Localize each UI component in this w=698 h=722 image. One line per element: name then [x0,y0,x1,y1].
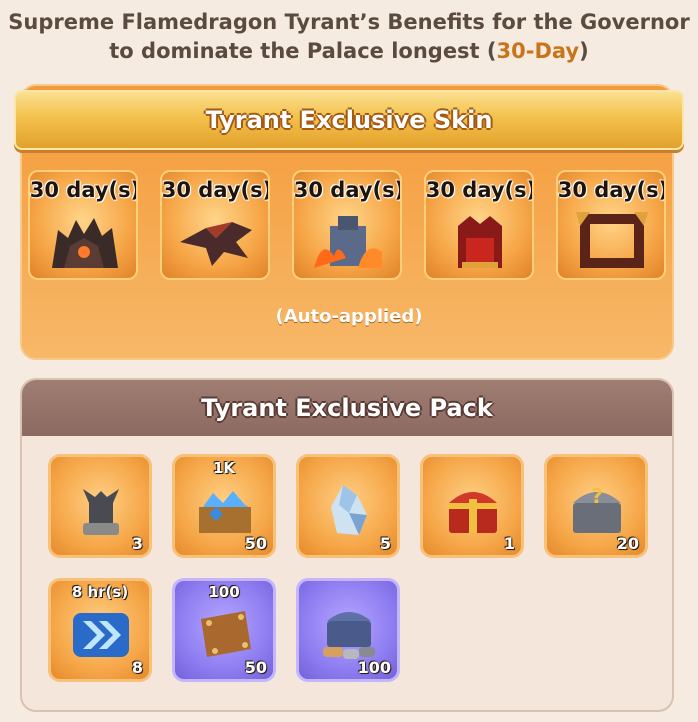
svg-text:?: ? [591,484,603,508]
pack-item[interactable]: 1K 50 [172,454,276,558]
item-count: 3 [131,534,143,553]
pack-item[interactable]: 5 [296,454,400,558]
item-count: 8 [131,658,143,677]
header-line-2-suffix: ) [579,39,589,63]
resource-chest-icon [323,612,375,659]
skin-duration: 30 day(s) [557,178,666,202]
pack-item[interactable]: 8 hr(s) 8 [48,578,152,682]
duration-highlight: 30-Day [496,39,580,63]
crystal-icon [331,485,367,535]
leather-scroll-icon [201,611,251,657]
fire-city-skin-icon [314,216,382,268]
item-count: 20 [616,534,639,553]
benefits-header: Supreme Flamedragon Tyrant’s Benefits fo… [0,8,698,66]
skin-duration: 30 day(s) [29,178,138,202]
item-count: 1 [503,534,515,553]
gold-chest-icon [449,492,497,533]
skin-section-title: Tyrant Exclusive Skin [205,106,493,134]
speedup-icon [73,613,129,657]
skin-card[interactable]: 30 day(s) [160,170,270,280]
pack-item[interactable]: ? 20 [544,454,648,558]
mystery-chest-icon: ? [573,484,621,533]
skin-card[interactable]: 30 day(s) [292,170,402,280]
skin-list: 30 day(s) 30 day(s) 30 day(s) 30 day(s) [28,170,668,280]
item-count: 100 [357,658,391,677]
pack-item[interactable]: 1 [420,454,524,558]
skin-duration: 30 day(s) [425,178,534,202]
skin-card[interactable]: 30 day(s) [424,170,534,280]
item-label: 100 [208,583,240,601]
pack-section-header: Tyrant Exclusive Pack [22,380,672,436]
pack-section-title: Tyrant Exclusive Pack [201,394,493,422]
skin-section-banner: Tyrant Exclusive Skin [14,90,684,150]
gem-crate-icon [199,491,251,533]
skin-card[interactable]: 30 day(s) [556,170,666,280]
header-line-2: to dominate the Palace longest (30-Day) [0,37,698,66]
skin-duration: 30 day(s) [161,178,270,202]
dragon-skin-icon [180,222,252,266]
skin-card[interactable]: 30 day(s) [28,170,138,280]
header-line-1: Supreme Flamedragon Tyrant’s Benefits fo… [8,10,690,34]
throne-skin-icon [458,216,502,268]
frame-skin-icon [576,212,648,268]
item-label: 1K [212,459,236,477]
dark-castle-skin-icon [52,218,118,268]
pack-item[interactable]: 100 [296,578,400,682]
pack-panel: Tyrant Exclusive Pack 3 1K 50 5 1 ? 20 8… [20,378,674,712]
item-label: 8 hr(s) [71,583,129,601]
gargoyle-statue-icon [83,489,119,535]
pack-item[interactable]: 100 50 [172,578,276,682]
header-line-2-text: to dominate the Palace longest ( [109,39,497,63]
auto-applied-note: (Auto-applied) [275,306,423,327]
skin-duration: 30 day(s) [293,178,402,202]
item-count: 50 [244,658,267,677]
item-count: 50 [244,534,267,553]
pack-item[interactable]: 3 [48,454,152,558]
item-count: 5 [379,534,391,553]
